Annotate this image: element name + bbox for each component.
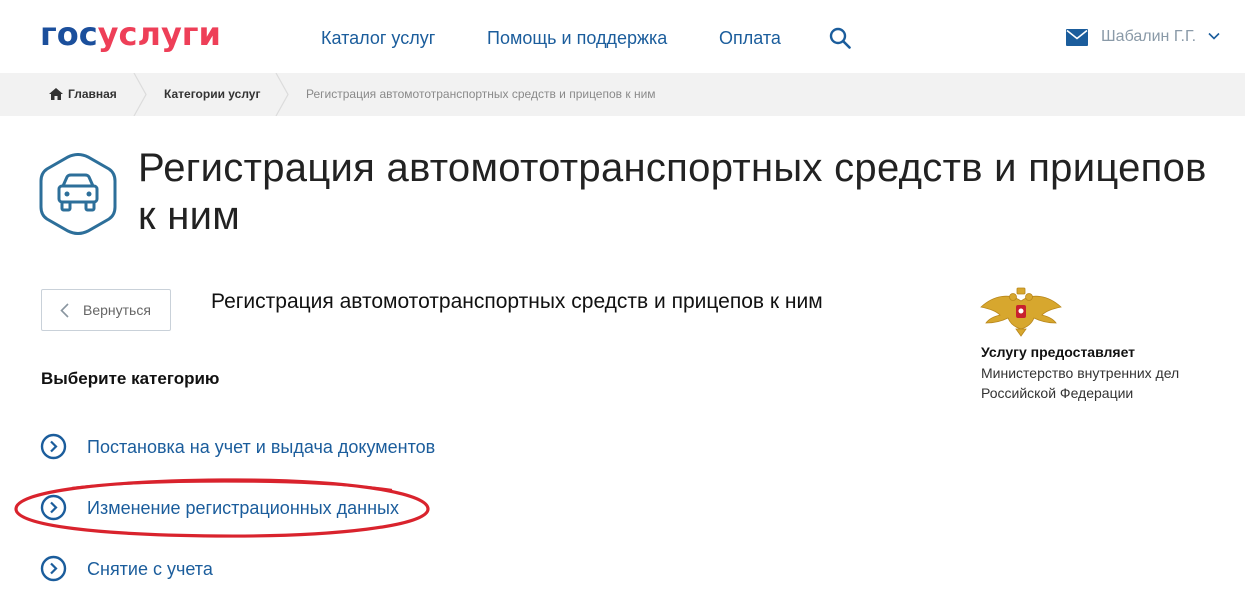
breadcrumb-home-link[interactable]: Главная bbox=[49, 73, 117, 116]
home-icon bbox=[49, 88, 63, 100]
category-label: Снятие с учета bbox=[87, 559, 213, 579]
category-label: Изменение регистрационных данных bbox=[87, 498, 399, 518]
service-subtitle: Регистрация автомототранспортных средств… bbox=[211, 290, 823, 313]
logo-part-gos: гос bbox=[40, 15, 98, 53]
nav-catalog-link[interactable]: Каталог услуг bbox=[321, 27, 435, 49]
nav-help-link[interactable]: Помощь и поддержка bbox=[487, 27, 667, 49]
breadcrumb-current: Регистрация автомототранспортных средств… bbox=[306, 87, 656, 101]
provider-label: Услугу предоставляет bbox=[981, 344, 1136, 360]
chevron-circle-right-icon bbox=[40, 555, 67, 582]
top-header: госуслуги Каталог услуг Помощь и поддерж… bbox=[0, 0, 1245, 73]
breadcrumb-separator-icon bbox=[275, 73, 289, 116]
user-name[interactable]: Шабалин Г.Г. bbox=[1101, 27, 1196, 47]
gosuslugi-logo[interactable]: госуслуги bbox=[40, 14, 221, 54]
back-button-label: Вернуться bbox=[83, 302, 151, 318]
back-button[interactable]: Вернуться bbox=[41, 289, 171, 331]
page: госуслуги Каталог услуг Помощь и поддерж… bbox=[0, 0, 1245, 614]
category-label: Постановка на учет и выдача документов bbox=[87, 437, 436, 457]
breadcrumb-home-label: Главная bbox=[68, 87, 117, 101]
section-heading: Выберите категорию bbox=[41, 369, 220, 388]
emblem-icon bbox=[980, 287, 1062, 337]
car-service-icon bbox=[39, 153, 117, 235]
logo-part-uslugi: услуги bbox=[97, 15, 221, 53]
chevron-left-icon bbox=[60, 303, 69, 318]
chevron-circle-right-icon bbox=[40, 494, 67, 521]
breadcrumb-categories-link[interactable]: Категории услуг bbox=[164, 73, 260, 116]
breadcrumb-separator-icon bbox=[133, 73, 147, 116]
provider-name: Министерство внутренних дел Российской Ф… bbox=[981, 365, 1180, 401]
mail-icon[interactable] bbox=[1066, 29, 1088, 46]
breadcrumb: Главная Категории услуг Регистрация авто… bbox=[0, 73, 1245, 116]
page-title: Регистрация автомототранспортных средств… bbox=[138, 146, 1207, 238]
nav-payment-link[interactable]: Оплата bbox=[719, 27, 781, 49]
chevron-circle-right-icon bbox=[40, 433, 67, 460]
chevron-down-icon[interactable] bbox=[1208, 32, 1220, 41]
search-icon[interactable] bbox=[829, 27, 851, 49]
